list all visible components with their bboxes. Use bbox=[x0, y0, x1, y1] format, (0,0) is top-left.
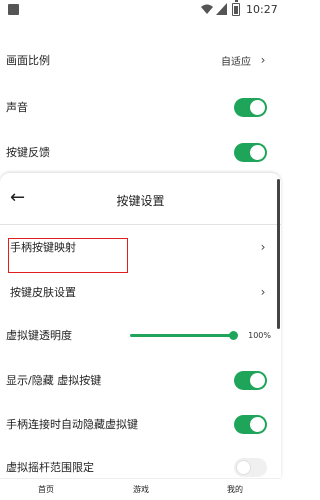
annotation-highlight-box bbox=[8, 238, 128, 273]
tab-home[interactable]: 首页 bbox=[38, 484, 54, 495]
item-auto-hide: 手柄连接时自动隐藏虚拟键 bbox=[0, 412, 281, 436]
tab-mine[interactable]: 我的 bbox=[227, 484, 243, 495]
item-label: 虚拟摇杆范围限定 bbox=[6, 461, 94, 474]
item-show-hide-keys: 显示/隐藏 虚拟按键 bbox=[0, 368, 281, 392]
battery-icon bbox=[232, 0, 240, 16]
opacity-slider[interactable] bbox=[130, 330, 239, 340]
setting-sound: 声音 bbox=[0, 95, 281, 119]
bottom-nav: 首页 游戏 我的 bbox=[0, 478, 281, 500]
haptic-toggle[interactable] bbox=[234, 142, 267, 162]
clock: 10:27 bbox=[246, 3, 278, 16]
toggle-knob bbox=[250, 416, 265, 432]
signal-icon bbox=[216, 3, 227, 15]
sound-toggle[interactable] bbox=[234, 97, 267, 117]
sheet-title: 按键设置 bbox=[116, 194, 165, 208]
item-key-skin[interactable]: 按键皮肤设置 › bbox=[0, 280, 281, 304]
show-hide-keys-toggle[interactable] bbox=[234, 370, 267, 390]
wifi-icon bbox=[201, 4, 213, 14]
item-joystick-range: 虚拟摇杆范围限定 bbox=[0, 455, 281, 479]
setting-haptic: 按键反馈 bbox=[0, 140, 281, 164]
item-opacity: 虚拟键透明度 100% bbox=[0, 323, 281, 347]
setting-aspect-ratio[interactable]: 画面比例 自适应 › bbox=[0, 48, 281, 72]
setting-label: 声音 bbox=[6, 101, 28, 114]
toggle-knob bbox=[250, 99, 265, 115]
chevron-right-icon: › bbox=[260, 285, 266, 299]
item-label: 虚拟键透明度 bbox=[6, 329, 72, 342]
tab-games[interactable]: 游戏 bbox=[133, 484, 149, 495]
setting-label: 按键反馈 bbox=[6, 146, 50, 159]
toggle-knob bbox=[236, 459, 251, 475]
status-bar: 10:27 bbox=[0, 0, 281, 20]
sheet-header: ← 按键设置 bbox=[0, 173, 281, 225]
chevron-right-icon: › bbox=[260, 240, 266, 254]
opacity-value: 100% bbox=[248, 330, 271, 340]
setting-value: 自适应 bbox=[221, 56, 251, 68]
slider-thumb[interactable] bbox=[229, 330, 239, 340]
chevron-right-icon: › bbox=[260, 53, 266, 67]
joystick-range-toggle[interactable] bbox=[234, 457, 267, 477]
item-label: 显示/隐藏 虚拟按键 bbox=[6, 374, 102, 387]
toggle-knob bbox=[250, 144, 265, 160]
notification-icon bbox=[8, 4, 19, 15]
auto-hide-toggle[interactable] bbox=[234, 414, 267, 434]
toggle-knob bbox=[250, 372, 265, 388]
key-settings-sheet: ← 按键设置 手柄按键映射 › 按键皮肤设置 › 虚拟键透明度 100% 显示/… bbox=[0, 173, 281, 478]
item-label: 手柄连接时自动隐藏虚拟键 bbox=[6, 418, 138, 431]
setting-label: 画面比例 bbox=[6, 54, 50, 67]
item-label: 按键皮肤设置 bbox=[10, 286, 76, 299]
